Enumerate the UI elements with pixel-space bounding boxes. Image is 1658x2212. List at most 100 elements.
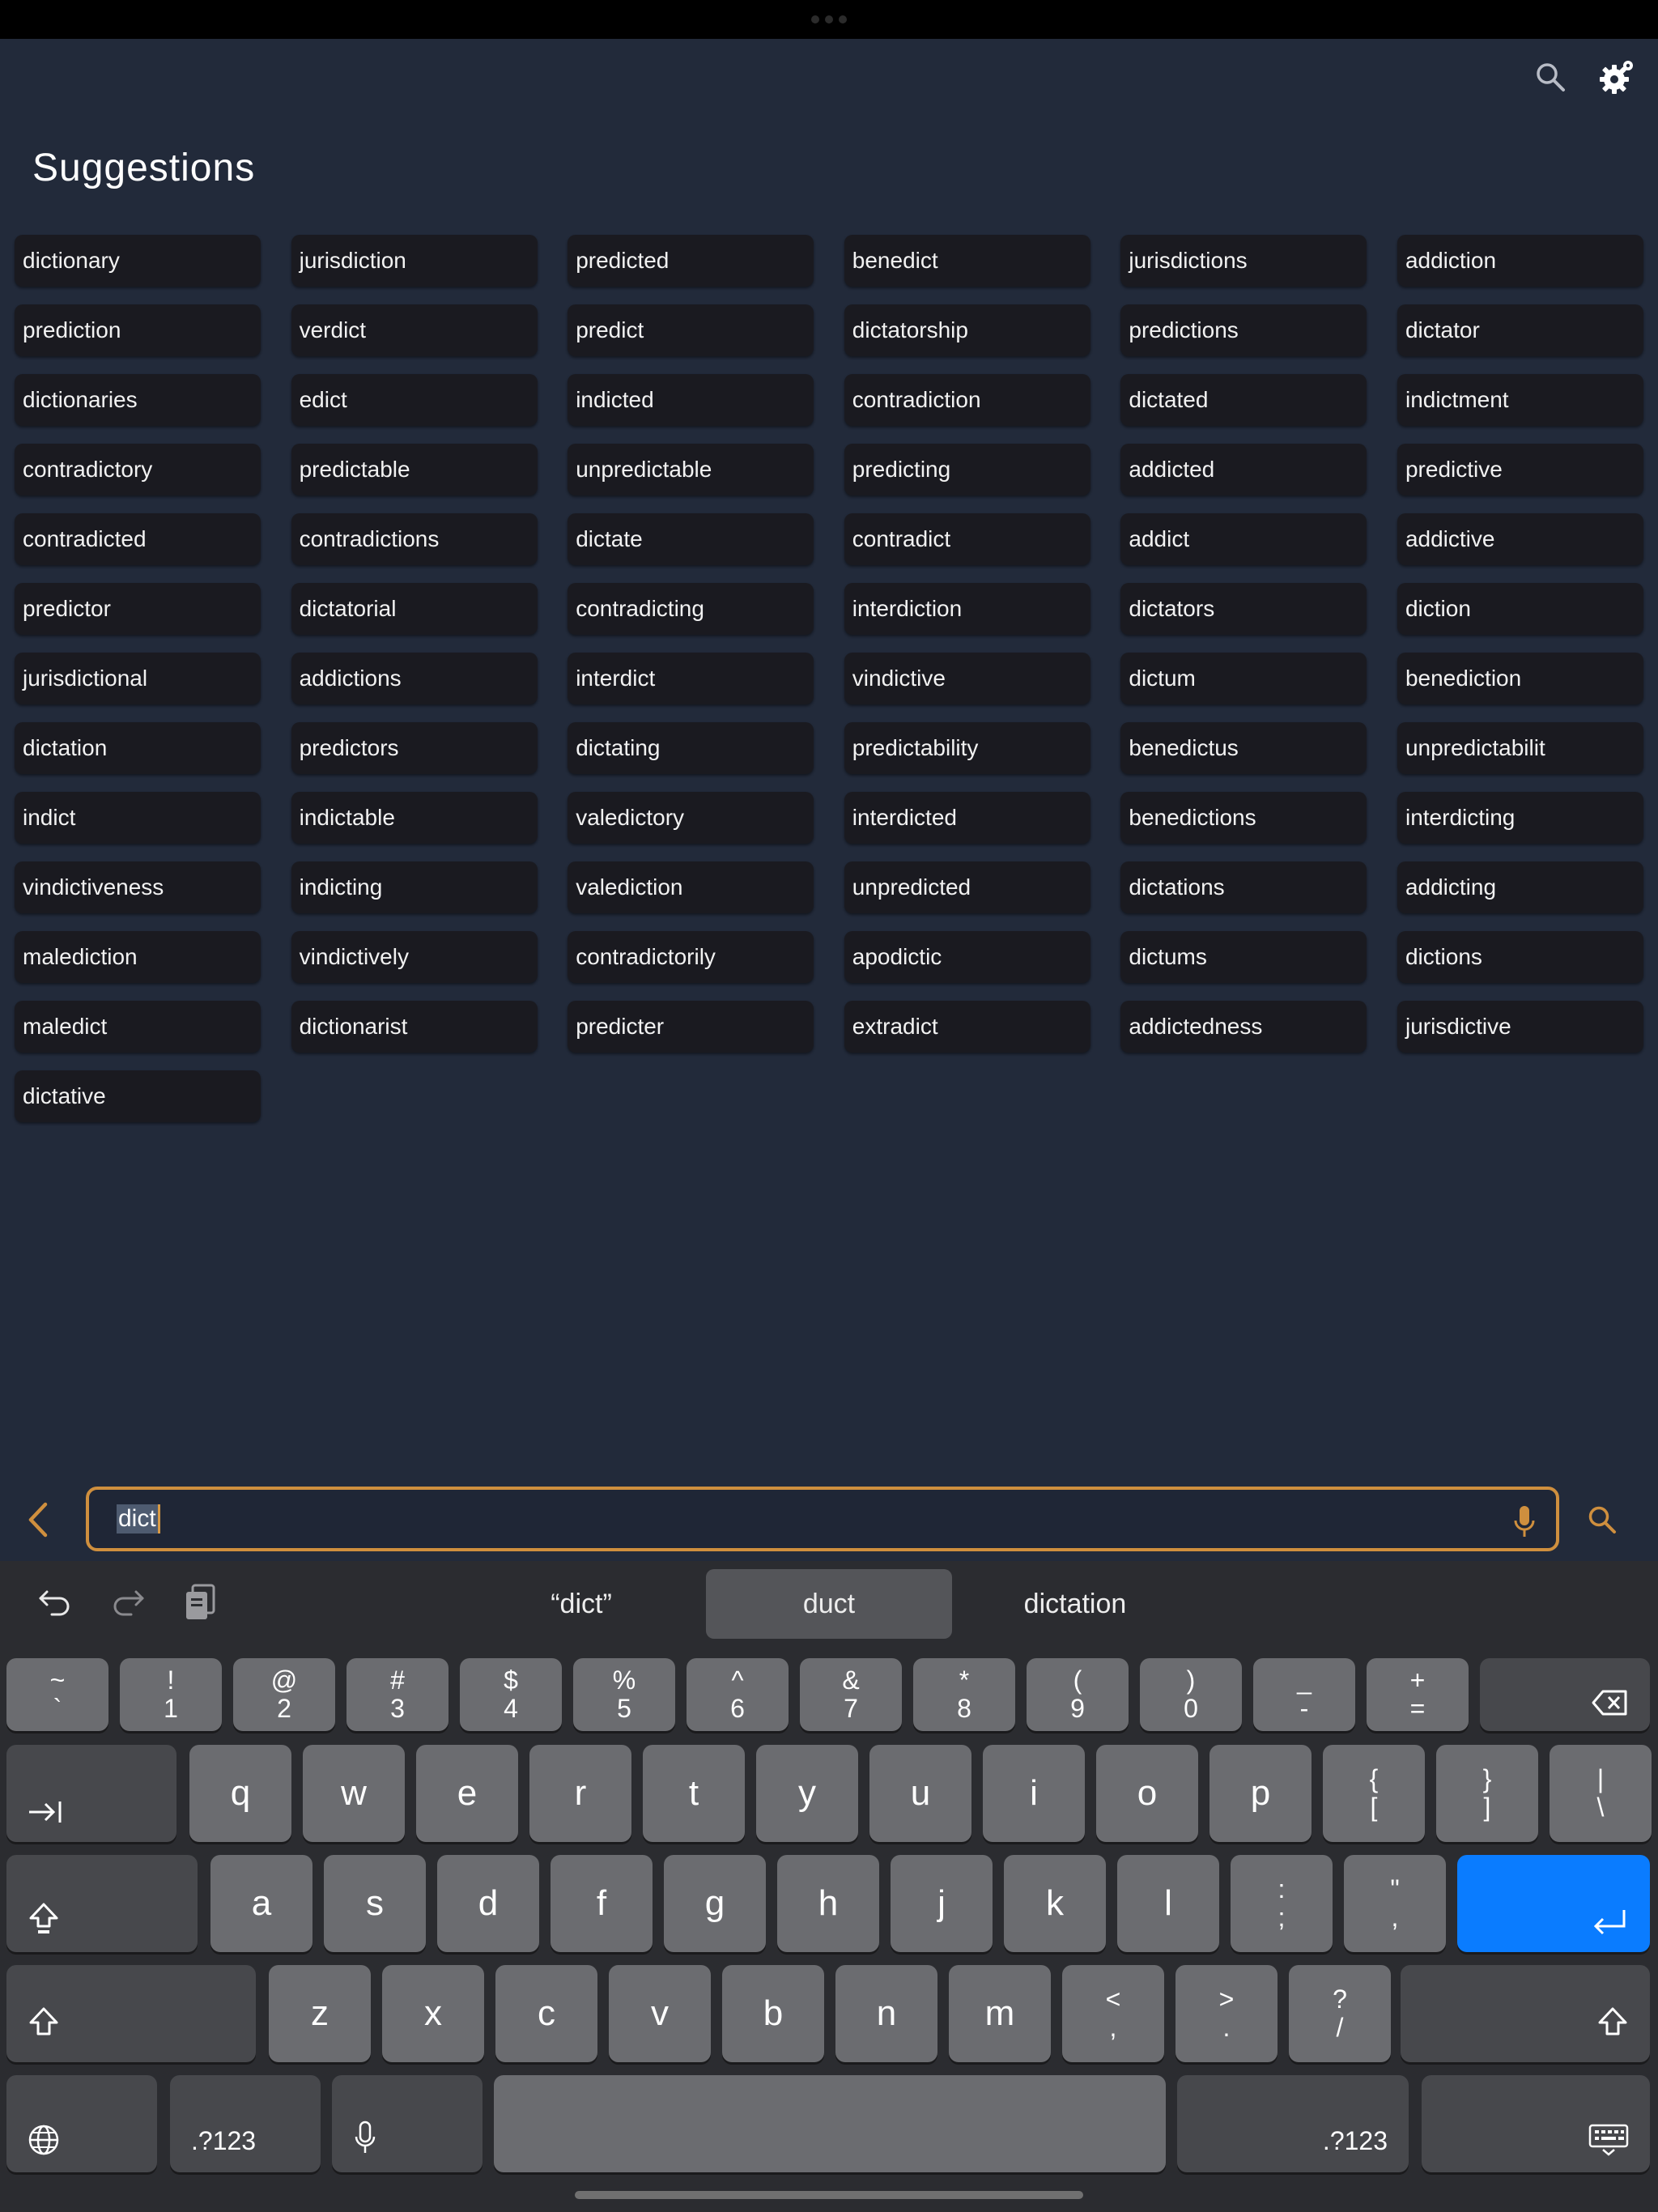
suggestion-chip[interactable]: predictive xyxy=(1397,444,1643,496)
suggestion-chip[interactable]: interdict xyxy=(568,653,814,704)
suggestion-chip[interactable]: contradicted xyxy=(15,513,261,565)
search-submit-icon[interactable] xyxy=(1587,1504,1618,1539)
letter-key-k[interactable]: k xyxy=(1004,1855,1106,1952)
suggestion-chip[interactable]: contradict xyxy=(844,513,1090,565)
suggestion-chip[interactable]: unpredicted xyxy=(844,861,1090,913)
suggestion-chip[interactable]: contradiction xyxy=(844,374,1090,426)
number-key[interactable]: * 8 xyxy=(913,1658,1015,1731)
letter-key-x[interactable]: x xyxy=(382,1965,484,2062)
suggestion-chip[interactable]: dictatorial xyxy=(291,583,538,635)
numbers-key-right[interactable]: .?123 xyxy=(1177,2075,1409,2172)
letter-key-l[interactable]: l xyxy=(1117,1855,1219,1952)
symbol-key[interactable]: ? / xyxy=(1289,1965,1391,2062)
suggestion-chip[interactable]: unpredictable xyxy=(568,444,814,496)
suggestion-chip[interactable]: jurisdictional xyxy=(15,653,261,704)
search-icon[interactable] xyxy=(1530,57,1571,97)
suggestion-chip[interactable]: dictator xyxy=(1397,304,1643,356)
letter-key-e[interactable]: e xyxy=(416,1745,518,1842)
suggestion-chip[interactable]: vindictively xyxy=(291,931,538,983)
suggestion-chip[interactable]: valedictory xyxy=(568,792,814,844)
suggestion-chip[interactable]: dictatorship xyxy=(844,304,1090,356)
suggestion-chip[interactable]: addict xyxy=(1120,513,1367,565)
redo-icon[interactable] xyxy=(110,1585,146,1622)
suggestion-chip[interactable]: predictability xyxy=(844,722,1090,774)
prediction-3[interactable]: dictation xyxy=(952,1569,1198,1639)
suggestion-chip[interactable]: dictate xyxy=(568,513,814,565)
symbol-key[interactable]: ", xyxy=(1344,1855,1446,1952)
suggestion-chip[interactable]: vindictive xyxy=(844,653,1090,704)
letter-key-o[interactable]: o xyxy=(1096,1745,1198,1842)
suggestion-chip[interactable]: predictable xyxy=(291,444,538,496)
numbers-key-left[interactable]: .?123 xyxy=(170,2075,321,2172)
suggestion-chip[interactable]: benedictions xyxy=(1120,792,1367,844)
letter-key-d[interactable]: d xyxy=(437,1855,539,1952)
suggestion-chip[interactable]: benedictus xyxy=(1120,722,1367,774)
number-key[interactable]: @2 xyxy=(233,1658,335,1731)
suggestion-chip[interactable]: dictions xyxy=(1397,931,1643,983)
suggestion-chip[interactable]: dictum xyxy=(1120,653,1367,704)
suggestion-chip[interactable]: predicting xyxy=(844,444,1090,496)
number-key[interactable]: ! 1 xyxy=(120,1658,222,1731)
number-key[interactable]: _ - xyxy=(1253,1658,1355,1731)
suggestion-chip[interactable]: predictions xyxy=(1120,304,1367,356)
hide-keyboard-key[interactable] xyxy=(1422,2075,1650,2172)
letter-key-f[interactable]: f xyxy=(551,1855,653,1952)
suggestion-chip[interactable]: extradict xyxy=(844,1001,1090,1053)
number-key[interactable]: % 5 xyxy=(573,1658,675,1731)
suggestion-chip[interactable]: unpredictabilit xyxy=(1397,722,1643,774)
globe-key[interactable] xyxy=(6,2075,157,2172)
suggestion-chip[interactable]: jurisdiction xyxy=(291,235,538,287)
tab-key[interactable] xyxy=(6,1745,176,1842)
right-shift-key[interactable] xyxy=(1401,1965,1650,2062)
letter-key-c[interactable]: c xyxy=(495,1965,597,2062)
suggestion-chip[interactable]: predictor xyxy=(15,583,261,635)
back-chevron-icon[interactable] xyxy=(23,1501,55,1538)
suggestion-chip[interactable]: dictating xyxy=(568,722,814,774)
settings-gear-icon[interactable] xyxy=(1596,57,1637,97)
delete-key[interactable] xyxy=(1480,1658,1650,1731)
suggestion-chip[interactable]: dictations xyxy=(1120,861,1367,913)
suggestion-chip[interactable]: verdict xyxy=(291,304,538,356)
letter-key-m[interactable]: m xyxy=(949,1965,1051,2062)
suggestion-chip[interactable]: vindictiveness xyxy=(15,861,261,913)
suggestion-chip[interactable]: diction xyxy=(1397,583,1643,635)
left-shift-key[interactable] xyxy=(6,1965,256,2062)
letter-key-t[interactable]: t xyxy=(643,1745,745,1842)
letter-key-g[interactable]: g xyxy=(664,1855,766,1952)
suggestion-chip[interactable]: predictors xyxy=(291,722,538,774)
suggestion-chip[interactable]: dictated xyxy=(1120,374,1367,426)
number-key[interactable]: & 7 xyxy=(800,1658,902,1731)
suggestion-chip[interactable]: apodictic xyxy=(844,931,1090,983)
number-key[interactable]: $4 xyxy=(460,1658,562,1731)
symbol-key[interactable]: :; xyxy=(1231,1855,1333,1952)
suggestion-chip[interactable]: contradicting xyxy=(568,583,814,635)
return-key[interactable] xyxy=(1457,1855,1650,1952)
suggestion-chip[interactable]: jurisdictive xyxy=(1397,1001,1643,1053)
number-key[interactable]: (9 xyxy=(1027,1658,1129,1731)
letter-key-v[interactable]: v xyxy=(609,1965,711,2062)
suggestion-chip[interactable]: dictums xyxy=(1120,931,1367,983)
prediction-1[interactable]: “dict” xyxy=(458,1569,704,1639)
clipboard-paste-icon[interactable] xyxy=(183,1582,219,1627)
prediction-2[interactable]: duct xyxy=(706,1569,952,1639)
suggestion-chip[interactable]: predicted xyxy=(568,235,814,287)
symbol-key[interactable]: <, xyxy=(1062,1965,1164,2062)
letter-key-b[interactable]: b xyxy=(722,1965,824,2062)
suggestion-chip[interactable]: addiction xyxy=(1397,235,1643,287)
space-bar[interactable] xyxy=(494,2075,1166,2172)
multitasking-dots[interactable] xyxy=(811,15,847,23)
letter-key-a[interactable]: a xyxy=(210,1855,312,1952)
suggestion-chip[interactable]: dictionary xyxy=(15,235,261,287)
suggestion-chip[interactable]: interdicting xyxy=(1397,792,1643,844)
dictation-key[interactable] xyxy=(332,2075,483,2172)
letter-key-w[interactable]: w xyxy=(303,1745,405,1842)
suggestion-chip[interactable]: contradictorily xyxy=(568,931,814,983)
suggestion-chip[interactable]: benediction xyxy=(1397,653,1643,704)
suggestion-chip[interactable]: edict xyxy=(291,374,538,426)
suggestion-chip[interactable]: contradictions xyxy=(291,513,538,565)
letter-key-n[interactable]: n xyxy=(835,1965,937,2062)
suggestion-chip[interactable]: interdiction xyxy=(844,583,1090,635)
number-key[interactable]: #3 xyxy=(346,1658,449,1731)
letter-key-y[interactable]: y xyxy=(756,1745,858,1842)
suggestion-chip[interactable]: dictionaries xyxy=(15,374,261,426)
